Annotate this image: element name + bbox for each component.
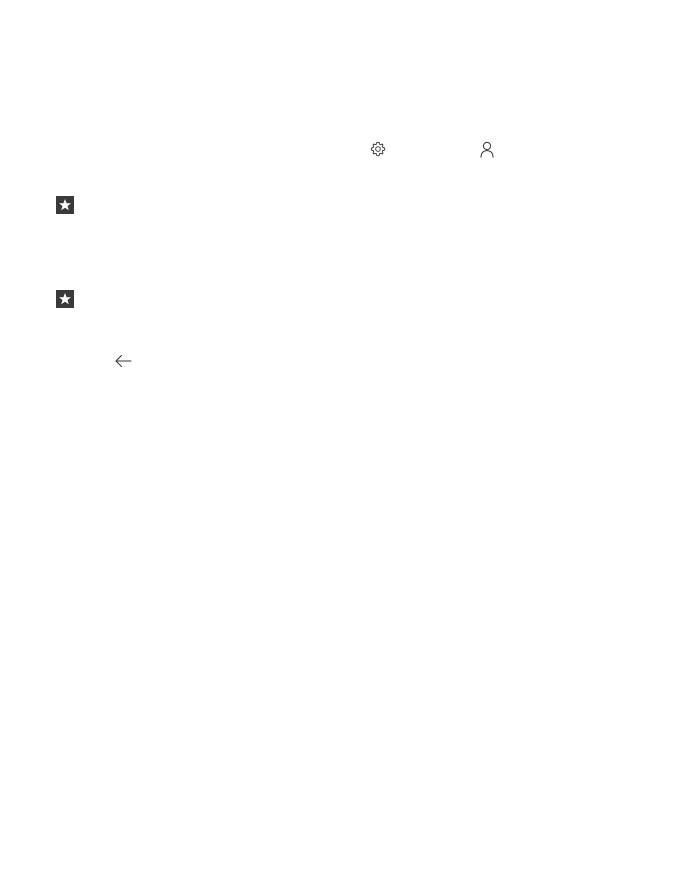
back-arrow-icon [114, 354, 132, 368]
star-tip-icon [56, 290, 74, 308]
person-icon [479, 141, 495, 158]
star-tip-icon [56, 196, 74, 214]
gear-icon [370, 141, 386, 157]
